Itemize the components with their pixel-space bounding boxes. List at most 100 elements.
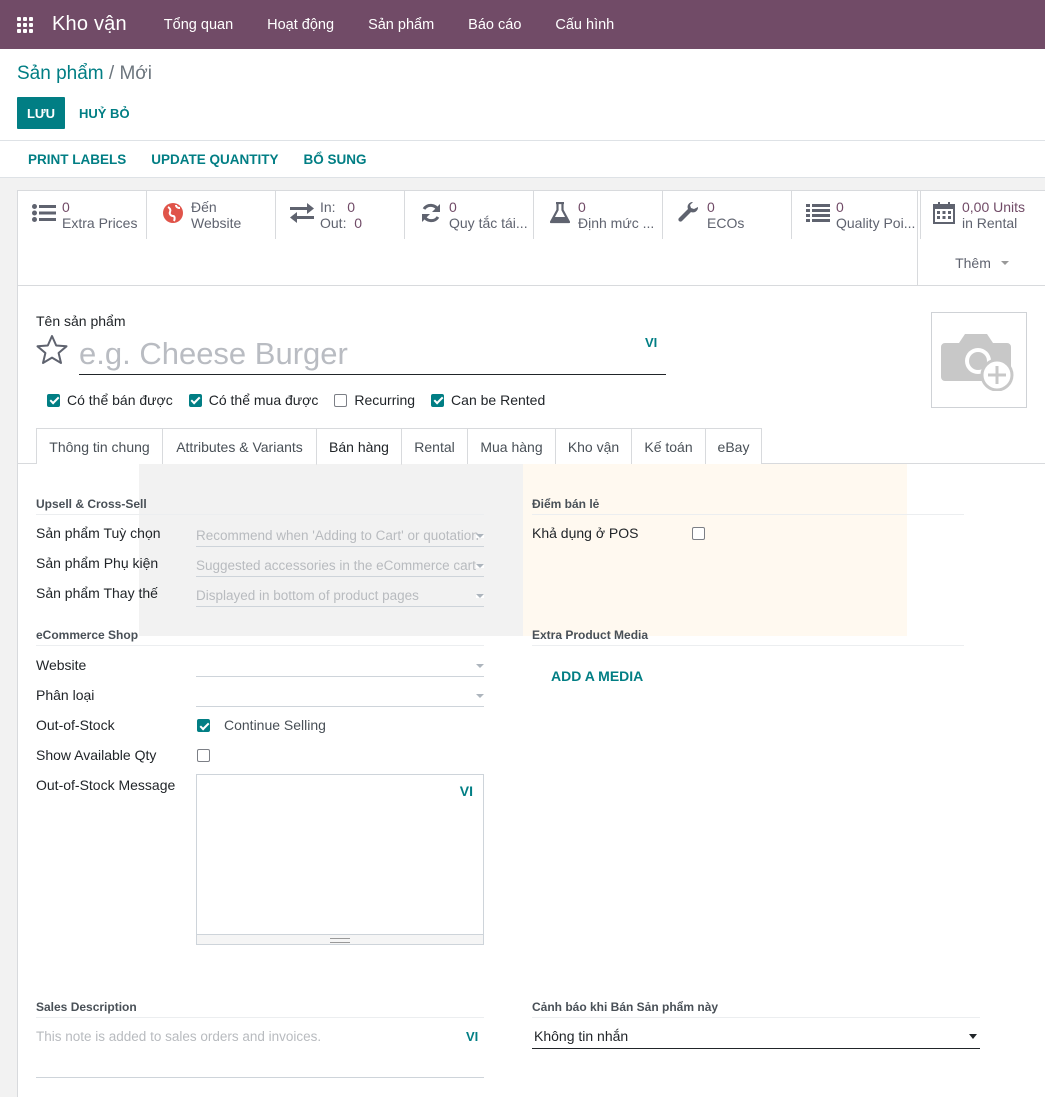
favorite-star-icon[interactable] <box>36 334 68 366</box>
select-value: Không tin nhắn <box>534 1028 629 1044</box>
media-section-title: Extra Product Media <box>532 628 649 642</box>
dropdown-caret-icon <box>476 594 484 598</box>
tab-sales[interactable]: Bán hàng <box>316 428 402 465</box>
checkbox-checked[interactable] <box>47 393 60 407</box>
field-placeholder: Displayed in bottom of product pages <box>196 588 419 603</box>
refresh-icon <box>417 199 445 227</box>
more-button[interactable]: Thêm <box>917 239 1045 286</box>
stat-out-label: Out: <box>320 215 347 231</box>
product-image-upload[interactable] <box>931 312 1027 408</box>
stat-label: Quy tắc tái... <box>449 215 528 231</box>
more-label: Thêm <box>955 254 991 271</box>
stat-label: Extra Prices <box>62 215 138 231</box>
tab-general-information[interactable]: Thông tin chung <box>36 428 163 464</box>
alternative-products-label: Sản phẩm Thay thế <box>36 585 158 601</box>
calendar-icon <box>930 199 958 227</box>
section-divider <box>532 645 964 646</box>
ecos-button[interactable]: 0 ECOs <box>663 191 792 239</box>
tab-rental[interactable]: Rental <box>401 428 468 464</box>
list-icon <box>804 199 832 227</box>
stat-value: Đến <box>191 199 217 215</box>
website-button[interactable]: Đến Website <box>147 191 276 239</box>
recurring-checkbox[interactable]: Recurring <box>334 392 415 408</box>
exchange-icon <box>288 199 316 227</box>
checkbox-unchecked[interactable] <box>334 393 348 407</box>
category-label: Phân loại <box>36 687 95 703</box>
apps-menu-icon[interactable] <box>17 16 35 33</box>
tab-ebay[interactable]: eBay <box>705 428 762 464</box>
dropdown-caret-icon <box>476 664 484 668</box>
in-out-button[interactable]: In: 0 Out: 0 <box>276 191 405 239</box>
stat-label: in Rental <box>962 215 1018 231</box>
flask-icon <box>546 199 574 227</box>
add-media-button[interactable]: ADD A MEDIA <box>551 668 643 684</box>
tab-purchase[interactable]: Mua hàng <box>467 428 556 464</box>
translate-button[interactable]: VI <box>466 1029 478 1044</box>
alternative-products-field[interactable]: Displayed in bottom of product pages <box>196 585 484 607</box>
pos-section-title: Điểm bán lẻ <box>532 497 600 511</box>
can-be-purchased-checkbox[interactable]: Có thể mua được <box>188 392 319 408</box>
out-of-stock-label: Out-of-Stock <box>36 717 115 733</box>
can-be-sold-checkbox[interactable]: Có thể bán được <box>47 392 173 408</box>
extra-prices-button[interactable]: 0 Extra Prices <box>18 191 147 239</box>
out-of-stock-message-textarea[interactable]: VI <box>196 774 484 945</box>
smart-button-box: 0 Extra Prices Đến Website In: 0 Out: 0 0Q… <box>18 191 1045 286</box>
continue-selling-checkbox[interactable] <box>197 719 210 732</box>
quality-points-button[interactable]: 0 Quality Poi... <box>792 191 921 239</box>
control-panel: Sản phẩm / Mới LƯU HUỶ BỎ <box>0 49 1045 141</box>
app-title[interactable]: Kho vận <box>52 13 127 36</box>
menu-products[interactable]: Sản phẩm <box>368 17 434 33</box>
bom-button[interactable]: 0 Định mức ... <box>534 191 663 239</box>
discard-button[interactable]: HUỶ BỎ <box>79 97 130 129</box>
stat-in-value: 0 <box>347 199 356 215</box>
breadcrumb-parent[interactable]: Sản phẩm <box>17 63 104 84</box>
wrench-icon <box>675 199 703 227</box>
section-divider <box>532 1017 980 1018</box>
menu-overview[interactable]: Tổng quan <box>164 17 233 33</box>
field-placeholder: Recommend when 'Adding to Cart' or quota… <box>196 528 479 543</box>
tab-accounting[interactable]: Kế toán <box>631 428 706 464</box>
category-field[interactable] <box>196 685 484 707</box>
available-in-pos-checkbox[interactable] <box>692 527 705 540</box>
checkbox-label: Có thể mua được <box>208 392 319 408</box>
update-quantity-button[interactable]: UPDATE QUANTITY <box>151 152 278 167</box>
stat-value: 0 <box>707 199 715 215</box>
print-labels-button[interactable]: PRINT LABELS <box>28 152 126 167</box>
optional-products-label: Sản phẩm Tuỳ chọn <box>36 525 161 541</box>
tab-inventory[interactable]: Kho vận <box>555 428 632 464</box>
sales-description-input[interactable]: This note is added to sales orders and i… <box>36 1029 321 1044</box>
website-field[interactable] <box>196 655 484 677</box>
section-divider <box>532 514 964 515</box>
stat-label: Quality Poi... <box>836 215 916 231</box>
save-button[interactable]: LƯU <box>17 97 65 129</box>
menu-operations[interactable]: Hoạt động <box>267 17 334 33</box>
website-label: Website <box>36 657 87 673</box>
reordering-rules-button[interactable]: 0 Quy tắc tái... <box>405 191 534 239</box>
checkbox-checked[interactable] <box>431 393 445 407</box>
show-available-qty-checkbox[interactable] <box>197 749 210 762</box>
resize-grip-icon[interactable] <box>197 934 483 944</box>
rental-button[interactable]: 0,00 Units in Rental <box>917 191 1045 239</box>
dropdown-caret-icon <box>476 564 484 568</box>
stat-label: ECOs <box>707 215 745 231</box>
accessory-products-field[interactable]: Suggested accessories in the eCommerce c… <box>196 555 484 577</box>
stat-value: 0 <box>836 199 844 215</box>
accessory-products-label: Sản phẩm Phụ kiện <box>36 555 159 571</box>
product-name-input[interactable] <box>79 333 666 375</box>
optional-products-field[interactable]: Recommend when 'Adding to Cart' or quota… <box>196 525 484 547</box>
replenish-button[interactable]: BỔ SUNG <box>304 152 367 167</box>
tab-attributes-variants[interactable]: Attributes & Variants <box>162 428 317 464</box>
menu-reporting[interactable]: Báo cáo <box>468 17 521 33</box>
can-be-rented-checkbox[interactable]: Can be Rented <box>431 392 545 408</box>
action-bar: PRINT LABELS UPDATE QUANTITY BỔ SUNG <box>0 141 1045 178</box>
breadcrumb: Sản phẩm / Mới <box>17 63 152 85</box>
menu-configuration[interactable]: Cấu hình <box>555 17 614 33</box>
sale-warning-select[interactable]: Không tin nhắn <box>532 1025 980 1049</box>
stat-value: 0 <box>449 199 457 215</box>
section-divider <box>36 645 484 646</box>
translate-button[interactable]: VI <box>645 335 657 350</box>
section-divider <box>36 1017 484 1018</box>
checkbox-checked[interactable] <box>188 393 202 407</box>
show-available-qty-label: Show Available Qty <box>36 747 157 763</box>
translate-button[interactable]: VI <box>460 783 473 799</box>
